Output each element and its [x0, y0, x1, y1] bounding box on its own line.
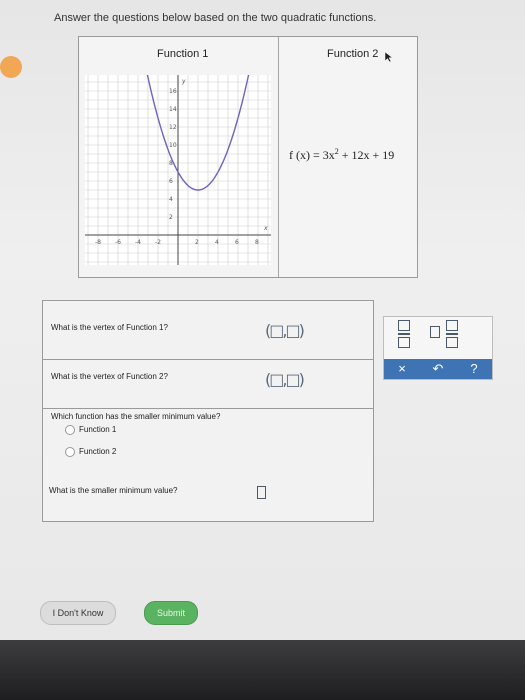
question-row-3: Which function has the smaller minimum v…: [43, 409, 373, 521]
instructions-text: Answer the questions below based on the …: [54, 12, 377, 24]
min-value-answer-box[interactable]: [257, 486, 266, 499]
dont-know-button[interactable]: I Don't Know: [40, 601, 116, 625]
function2-heading: Function 2: [327, 48, 379, 60]
table-divider: [278, 37, 279, 277]
x-tick-label: 6: [235, 239, 239, 246]
y-tick-label: 14: [169, 106, 177, 113]
clear-button[interactable]: ×: [384, 359, 420, 379]
orange-side-indicator: [0, 56, 22, 78]
x-tick-label: -4: [135, 239, 141, 246]
mixed-number-button[interactable]: [446, 320, 458, 348]
question-3-text: Which function has the smaller minimum v…: [51, 412, 221, 421]
function1-graph: -8 -6 -4 -2 2 4 6 8 246810121416 x y: [85, 75, 271, 265]
y-tick-label: 6: [169, 178, 173, 185]
vertex-answer-1[interactable]: (□,□): [265, 321, 305, 340]
box-button[interactable]: [430, 326, 440, 338]
question-row-2: What is the vertex of Function 2? (□,□): [43, 360, 373, 409]
x-tick-label: 8: [255, 239, 259, 246]
function2-formula: f (x) = 3x2 + 12x + 19: [289, 147, 394, 163]
x-tick-label: 2: [195, 239, 199, 246]
formula-lhs: f (x) = 3x: [289, 148, 335, 162]
y-axis-label: y: [181, 78, 186, 85]
option-function-1[interactable]: Function 1: [65, 425, 116, 435]
option-function-2[interactable]: Function 2: [65, 447, 116, 457]
x-tick-label: -6: [115, 239, 121, 246]
functions-table: Function 1 Function 2 -8 -6 -4 -2 2 4 6 8 24681…: [78, 36, 418, 278]
fraction-button[interactable]: [398, 320, 410, 348]
submit-button[interactable]: Submit: [144, 601, 198, 625]
x-tick-label: 4: [215, 239, 219, 246]
x-axis-label: x: [263, 225, 268, 232]
radio-function-1[interactable]: [65, 425, 75, 435]
option-function-2-label: Function 2: [79, 447, 117, 457]
y-tick-label: 2: [169, 214, 173, 221]
math-toolbar: × ↶ ?: [383, 316, 493, 380]
question-2-text: What is the vertex of Function 2?: [51, 372, 168, 381]
y-tick-label: 16: [169, 88, 177, 95]
undo-button[interactable]: ↶: [420, 359, 456, 379]
formula-rhs: + 12x + 19: [338, 148, 395, 162]
y-tick-label: 4: [169, 196, 173, 203]
help-button[interactable]: ?: [456, 359, 492, 379]
question-1-text: What is the vertex of Function 1?: [51, 323, 168, 332]
vertex-answer-2[interactable]: (□,□): [265, 370, 305, 389]
option-function-1-label: Function 1: [79, 425, 117, 435]
function1-heading: Function 1: [157, 48, 209, 60]
screen: Answer the questions below based on the …: [0, 0, 525, 640]
y-tick-label: 12: [169, 124, 177, 131]
mouse-cursor-icon: [384, 51, 394, 63]
question-4-text: What is the smaller minimum value?: [49, 486, 178, 495]
radio-function-2[interactable]: [65, 447, 75, 457]
laptop-bezel: [0, 640, 525, 700]
question-box: What is the vertex of Function 1? (□,□) …: [42, 300, 374, 522]
x-tick-label: -2: [155, 239, 161, 246]
question-row-1: What is the vertex of Function 1? (□,□): [43, 301, 373, 360]
x-tick-label: -8: [95, 239, 101, 246]
y-tick-label: 10: [169, 142, 177, 149]
